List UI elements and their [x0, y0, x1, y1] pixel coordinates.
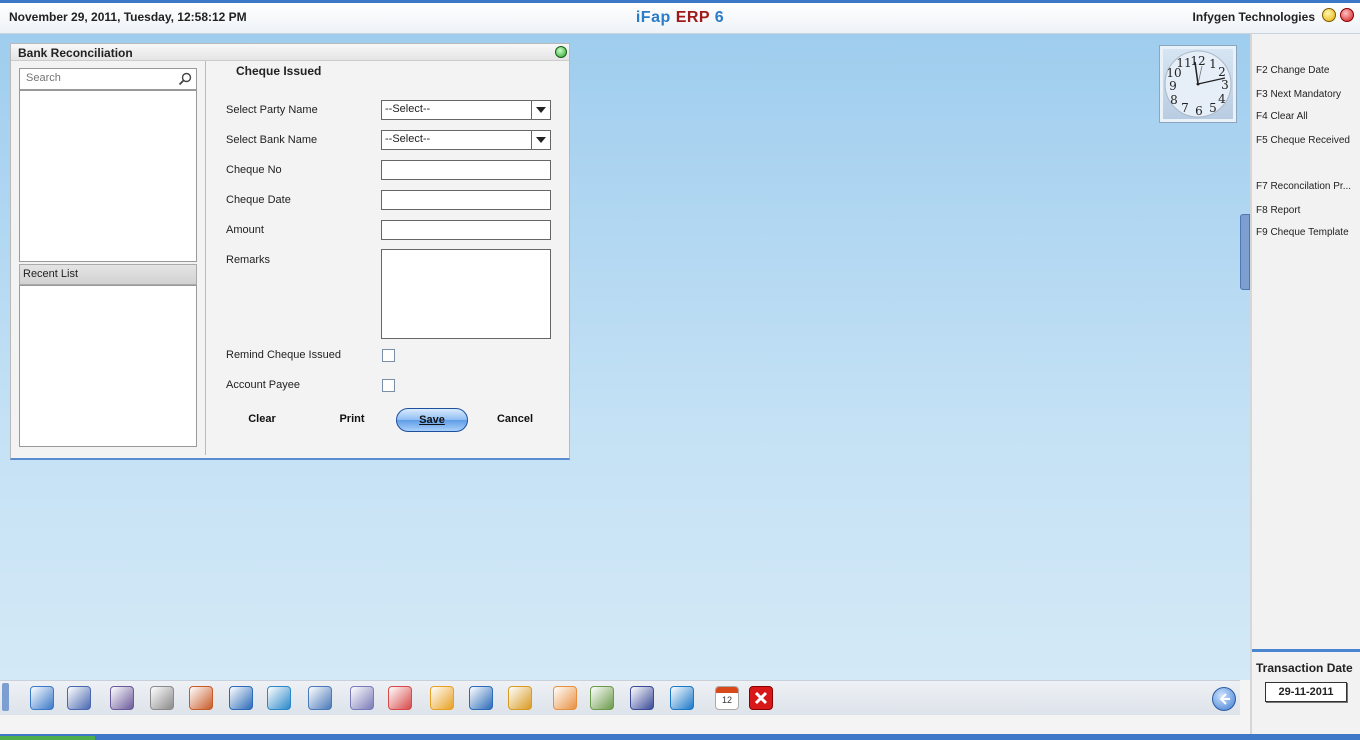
svg-text:4: 4 [1218, 92, 1226, 106]
transaction-date-label: Transaction Date [1256, 661, 1353, 675]
gear-icon[interactable] [670, 686, 694, 710]
clock-widget: 12 1 2 345 678 9 10 11 [1159, 45, 1237, 123]
svg-text:12: 12 [1190, 54, 1205, 68]
folder-tree-icon[interactable] [430, 686, 454, 710]
bottom-accent-bar [0, 734, 1360, 740]
left-list-pane: Recent List [11, 61, 206, 455]
recent-list-label: Recent List [23, 268, 79, 280]
svg-text:2: 2 [1218, 65, 1226, 79]
svg-text:1: 1 [1209, 57, 1217, 71]
dialog-titlebar: Bank Reconciliation [11, 44, 569, 61]
panel-divider [1252, 649, 1360, 652]
bank-name-select[interactable]: --Select-- [381, 130, 551, 150]
calendar-day: 12 [721, 695, 732, 705]
bank-name-value: --Select-- [385, 133, 431, 145]
svg-text:9: 9 [1169, 79, 1177, 93]
remind-cheque-checkbox[interactable] [382, 349, 395, 362]
search-results-list[interactable] [19, 90, 197, 262]
cheque-no-label: Cheque No [226, 164, 282, 176]
save-button[interactable]: Save [396, 408, 468, 432]
shortcut-cheque-received[interactable]: F5 Cheque Received [1256, 135, 1360, 146]
app-title-ifap: iFap [635, 9, 671, 26]
cheque-no-input[interactable] [382, 161, 550, 179]
dashboard-icon[interactable] [553, 686, 577, 710]
spreadsheet-icon[interactable] [590, 686, 614, 710]
remarks-label: Remarks [226, 254, 271, 266]
shortcut-next-mandatory[interactable]: F3 Next Mandatory [1256, 89, 1360, 100]
shortcut-change-date[interactable]: F2 Change Date [1256, 65, 1360, 76]
minimize-button[interactable] [1322, 8, 1336, 22]
account-payee-label: Account Payee [226, 379, 300, 391]
transaction-date-value[interactable]: 29-11-2011 [1265, 682, 1347, 702]
journal-icon[interactable] [30, 686, 54, 710]
window-icon[interactable] [308, 686, 332, 710]
cheque-date-label: Cheque Date [226, 194, 291, 206]
calendar-icon[interactable]: 12 [715, 686, 739, 710]
side-panel-toggle[interactable] [1240, 214, 1250, 290]
close-button[interactable] [1340, 8, 1354, 22]
user-edit-icon[interactable] [67, 686, 91, 710]
back-arrow-icon[interactable] [1212, 687, 1236, 711]
app-title-erp: ERP [675, 9, 710, 26]
party-name-value: --Select-- [385, 103, 431, 115]
settings-icon[interactable] [150, 686, 174, 710]
amount-label: Amount [226, 224, 264, 236]
print-button[interactable]: Print [326, 408, 378, 430]
users-icon[interactable] [110, 686, 134, 710]
chevron-down-icon[interactable] [531, 101, 550, 119]
cancel-button[interactable]: Cancel [489, 408, 541, 430]
database-icon[interactable] [630, 686, 654, 710]
taskbar-handle[interactable] [2, 683, 9, 711]
svg-text:5: 5 [1209, 101, 1217, 115]
shortcut-reconcilation[interactable]: F7 Reconcilation Pr... [1256, 181, 1360, 192]
svg-text:6: 6 [1195, 104, 1203, 118]
taskbar: 12 [0, 680, 1240, 715]
transfer-icon[interactable] [267, 686, 291, 710]
dialog-status-icon[interactable] [555, 46, 567, 58]
cart-icon[interactable] [229, 686, 253, 710]
account-payee-checkbox[interactable] [382, 379, 395, 392]
svg-text:11: 11 [1176, 56, 1191, 70]
party-name-select[interactable]: --Select-- [381, 100, 551, 120]
bank-reconciliation-dialog: Bank Reconciliation Recent List Cheque I… [10, 43, 570, 460]
svg-text:8: 8 [1170, 93, 1178, 107]
package-icon[interactable] [508, 686, 532, 710]
shortcut-panel: F2 Change Date F3 Next Mandatory F4 Clea… [1250, 34, 1360, 734]
remarks-field [381, 249, 551, 339]
party-name-label: Select Party Name [226, 104, 318, 116]
cheque-date-field [381, 190, 551, 210]
bank-name-label: Select Bank Name [226, 134, 318, 146]
amount-input[interactable] [382, 221, 550, 239]
cheque-date-input[interactable] [382, 191, 550, 209]
chart-icon[interactable] [388, 686, 412, 710]
network-icon[interactable] [469, 686, 493, 710]
clear-button[interactable]: Clear [236, 408, 288, 430]
remarks-input[interactable] [382, 250, 550, 338]
clock-face-icon: 12 12 345 678 91011 [1164, 50, 1232, 118]
document-icon[interactable] [350, 686, 374, 710]
form-title: Cheque Issued [236, 64, 322, 78]
remind-cheque-label: Remind Cheque Issued [226, 349, 341, 361]
recent-list-header: Recent List [19, 264, 197, 285]
shortcut-clear-all[interactable]: F4 Clear All [1256, 111, 1360, 122]
search-input[interactable] [20, 69, 176, 87]
shortcut-report[interactable]: F8 Report [1256, 205, 1360, 216]
company-name: Infygen Technologies [1192, 10, 1315, 24]
svg-text:7: 7 [1181, 101, 1189, 115]
books-icon[interactable] [189, 686, 213, 710]
search-icon[interactable] [178, 72, 192, 86]
recent-list[interactable] [19, 285, 197, 447]
dialog-title: Bank Reconciliation [18, 46, 133, 60]
exit-icon[interactable] [749, 686, 773, 710]
chevron-down-icon[interactable] [531, 131, 550, 149]
svg-text:3: 3 [1221, 78, 1229, 92]
app-header: November 29, 2011, Tuesday, 12:58:12 PM … [0, 3, 1360, 34]
app-title: iFap ERP 6 [0, 9, 1360, 27]
app-title-version: 6 [714, 9, 725, 26]
amount-field [381, 220, 551, 240]
shortcut-cheque-template[interactable]: F9 Cheque Template [1256, 227, 1360, 238]
search-box [19, 68, 197, 90]
cheque-no-field [381, 160, 551, 180]
